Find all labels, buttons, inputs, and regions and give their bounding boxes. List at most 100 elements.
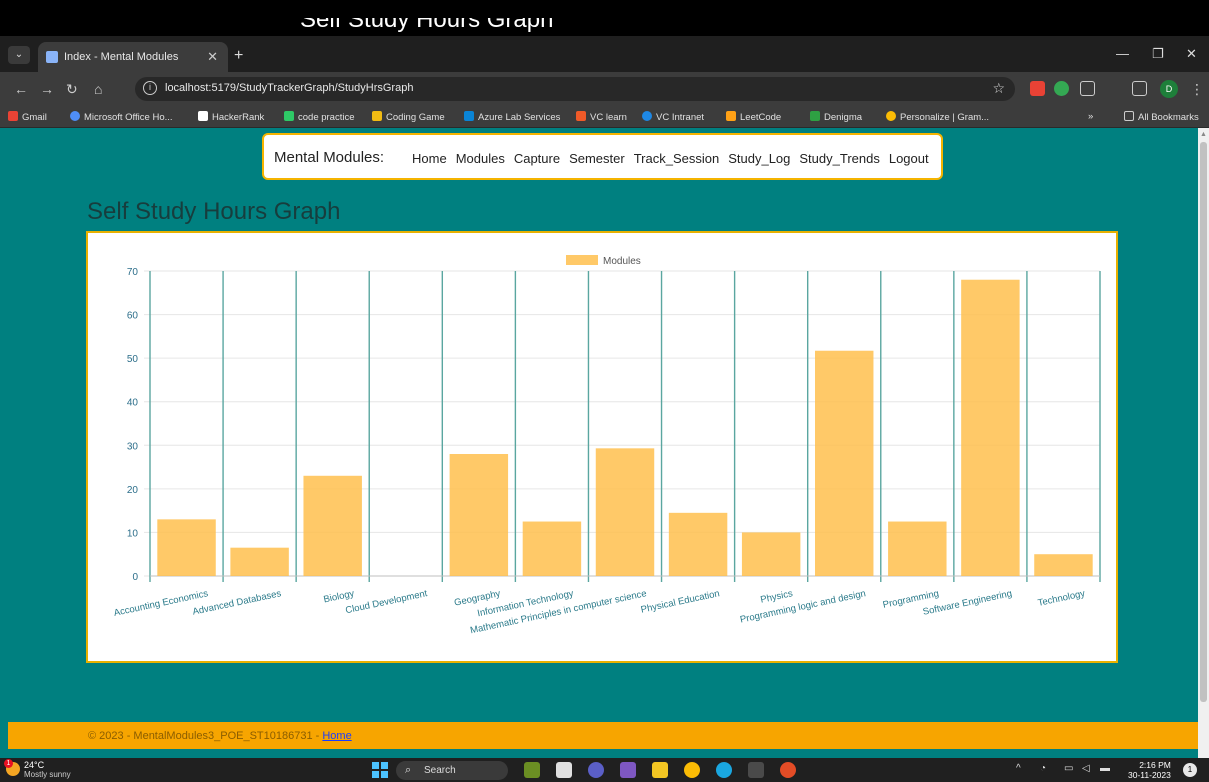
nav-link-logout[interactable]: Logout (889, 151, 929, 166)
nav-link-study-log[interactable]: Study_Log (728, 151, 790, 166)
bar-physics (741, 532, 801, 576)
clock-date: 30-11-2023 (1128, 770, 1171, 780)
bookmark-vc-learn[interactable]: VC learn (576, 111, 627, 123)
x-tick-label: Programming logic and design (739, 588, 867, 625)
x-tick-label: Physics (759, 588, 794, 606)
all-bookmarks[interactable]: All Bookmarks (1124, 111, 1199, 123)
battery-icon[interactable]: ▬ (1100, 763, 1110, 774)
tray-chevron-icon[interactable]: ^ (1016, 763, 1021, 774)
task-view-icon[interactable] (556, 762, 572, 778)
azure-icon (464, 111, 474, 121)
bar-technology (1034, 554, 1093, 576)
chrome-dev-icon[interactable] (780, 762, 796, 778)
bookmark-gmail[interactable]: Gmail (8, 111, 47, 123)
bookmark-leetcode[interactable]: LeetCode (726, 111, 781, 123)
page-icon (46, 51, 58, 63)
notification-badge[interactable]: 1 (1183, 763, 1197, 777)
hackerrank-icon (198, 111, 208, 121)
file-explorer-icon[interactable] (652, 762, 668, 778)
bar-software-engineering (961, 279, 1020, 576)
page-title: Self Study Hours Graph (87, 198, 341, 225)
taskbar-search[interactable]: ⌕ Search (396, 761, 508, 780)
bar-information-technology (522, 521, 582, 576)
nav-link-track-session[interactable]: Track_Session (634, 151, 720, 166)
widgets-icon[interactable] (524, 762, 540, 778)
bar-accounting-economics (157, 519, 216, 576)
chrome-icon[interactable] (684, 762, 700, 778)
close-window-icon[interactable]: ✕ (1186, 46, 1197, 62)
forward-icon[interactable]: → (40, 81, 54, 97)
visual-studio-icon[interactable] (620, 762, 636, 778)
url-bar[interactable]: i localhost:5179/StudyTrackerGraph/Study… (135, 77, 1015, 101)
display-icon[interactable]: ▭ (1064, 763, 1073, 774)
bar-biology (303, 475, 362, 576)
grammarly-icon[interactable] (1054, 81, 1069, 96)
home-icon[interactable]: ⌂ (94, 81, 102, 97)
reload-icon[interactable]: ↻ (66, 81, 78, 98)
menu-icon[interactable]: ⋮ (1190, 81, 1204, 98)
y-tick-label: 20 (127, 485, 139, 496)
bookmark-vc-intranet[interactable]: VC Intranet (642, 111, 704, 123)
leetcode-icon (726, 111, 736, 121)
nav-link-modules[interactable]: Modules (456, 151, 505, 166)
teams-icon[interactable] (588, 762, 604, 778)
nav-link-home[interactable]: Home (412, 151, 447, 166)
extensions-puzzle-icon[interactable] (1080, 81, 1095, 96)
coding-game-icon (372, 111, 382, 121)
clock-time: 2:16 PM (1139, 760, 1171, 770)
scroll-up-icon[interactable]: ▲ (1200, 131, 1207, 138)
profile-avatar[interactable]: D (1160, 80, 1178, 98)
footer-home-link[interactable]: Home (322, 730, 351, 742)
page-scrollbar[interactable]: ▲ (1198, 128, 1209, 758)
folder-icon (1124, 111, 1134, 121)
volume-icon[interactable]: ◁ (1082, 763, 1090, 774)
more-bookmarks-icon[interactable]: » (1088, 111, 1093, 122)
bookmark-personalize[interactable]: Personalize | Gram... (886, 111, 989, 123)
weather-condition[interactable]: Mostly sunny (24, 770, 71, 779)
bar-physical-education (668, 512, 728, 576)
scrollbar-thumb[interactable] (1200, 142, 1207, 702)
bookmark-hackerrank[interactable]: HackerRank (198, 111, 264, 123)
terminal-icon[interactable] (748, 762, 764, 778)
footer-text: © 2023 - MentalModules3_POE_ST10186731 -… (88, 730, 352, 742)
nav-link-study-trends[interactable]: Study_Trends (799, 151, 879, 166)
tab-title: Index - Mental Modules (64, 51, 179, 63)
minimize-icon[interactable]: — (1116, 46, 1129, 61)
nav-link-semester[interactable]: Semester (569, 151, 625, 166)
navbar-brand[interactable]: Mental Modules: (274, 149, 384, 166)
nav-link-capture[interactable]: Capture (514, 151, 560, 166)
extension-icon[interactable] (1030, 81, 1045, 96)
side-panel-icon[interactable] (1132, 81, 1147, 96)
bar-mathematic-principles-in-computer-science (595, 448, 655, 576)
bookmark-code-practice[interactable]: code practice (284, 111, 355, 123)
tab-search-button[interactable]: ⌄ (8, 46, 30, 64)
bookmark-azure[interactable]: Azure Lab Services (464, 111, 560, 123)
x-tick-label: Cloud Development (344, 588, 428, 616)
bookmark-office[interactable]: Microsoft Office Ho... (70, 111, 173, 123)
footer: © 2023 - MentalModules3_POE_ST10186731 -… (8, 722, 1199, 749)
new-tab-button[interactable]: + (234, 47, 243, 65)
y-tick-label: 10 (127, 528, 139, 539)
temperature[interactable]: 24°C (24, 760, 44, 770)
x-tick-label: Physical Education (640, 588, 721, 615)
bookmark-star-icon[interactable]: ☆ (992, 80, 1005, 97)
network-icon[interactable]: ◔ (1040, 763, 1046, 774)
bookmark-denigma[interactable]: Denigma (810, 111, 862, 123)
close-tab-icon[interactable]: ✕ (207, 49, 218, 65)
taskbar-clock[interactable]: 2:16 PM 30-11-2023 (1128, 760, 1171, 780)
denigma-icon (810, 111, 820, 121)
windows-start-icon[interactable] (372, 762, 388, 778)
legend-swatch (566, 255, 598, 265)
url-text[interactable]: localhost:5179/StudyTrackerGraph/StudyHr… (165, 82, 413, 94)
weather-badge: 1 (4, 759, 13, 768)
browser-tab[interactable]: Index - Mental Modules ✕ (38, 42, 228, 72)
back-icon[interactable]: ← (14, 81, 28, 97)
edge-icon[interactable] (716, 762, 732, 778)
restore-icon[interactable]: ❐ (1152, 46, 1164, 62)
bar-advanced-databases (230, 547, 289, 576)
bookmark-coding-game[interactable]: Coding Game (372, 111, 445, 123)
site-info-icon[interactable]: i (143, 81, 157, 95)
footer-copyright: © 2023 - MentalModules3_POE_ST10186731 - (88, 730, 323, 742)
y-tick-label: 0 (132, 572, 138, 583)
study-hours-bar-chart: 010203040506070Accounting EconomicsAdvan… (113, 255, 1101, 636)
